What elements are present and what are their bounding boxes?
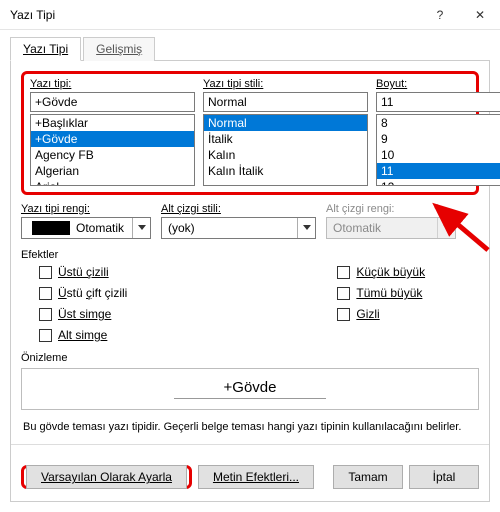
subscript-checkbox[interactable]: Alt simge [39, 328, 127, 342]
font-size-label: Boyut: [376, 78, 500, 90]
highlight-default-button: Varsayılan Olarak Ayarla [21, 465, 192, 489]
chevron-down-icon [132, 218, 150, 238]
tab-advanced[interactable]: Gelişmiş [83, 37, 155, 61]
footer: Varsayılan Olarak Ayarla Metin Efektleri… [21, 465, 479, 489]
preview-box: +Gövde [21, 368, 479, 410]
list-item[interactable]: 10 [377, 147, 500, 163]
double-strike-checkbox[interactable]: Üstü çift çizili [39, 286, 127, 300]
list-item[interactable]: 11 [377, 163, 500, 179]
separator [11, 444, 489, 445]
tab-font[interactable]: Yazı Tipi [10, 37, 81, 61]
highlight-font-area: Yazı tipi: +Başlıklar +Gövde Agency FB A… [21, 71, 479, 195]
font-listbox[interactable]: +Başlıklar +Gövde Agency FB Algerian Ari… [30, 114, 195, 186]
help-button[interactable]: ? [420, 0, 460, 30]
list-item[interactable]: +Başlıklar [31, 115, 194, 131]
font-input[interactable] [30, 92, 195, 112]
font-color-combo[interactable]: Otomatik [21, 217, 151, 239]
list-item[interactable]: +Gövde [31, 131, 194, 147]
strike-checkbox[interactable]: Üstü çizili [39, 265, 127, 279]
allcaps-checkbox[interactable]: Tümü büyük [337, 286, 425, 300]
font-color-label: Yazı tipi rengi: [21, 203, 151, 215]
underline-color-label: Alt çizgi rengi: [326, 203, 456, 215]
list-item[interactable]: Kalın İtalik [204, 163, 367, 179]
effects-label: Efektler [21, 249, 479, 261]
dialog-body: Yazı Tipi Gelişmiş Yazı tipi: +Başlıklar… [0, 30, 500, 512]
list-item[interactable]: 9 [377, 131, 500, 147]
help-icon: ? [437, 8, 444, 22]
chevron-down-icon [297, 218, 315, 238]
font-color-swatch [32, 221, 70, 235]
hidden-checkbox[interactable]: Gizli [337, 307, 425, 321]
list-item[interactable]: Normal [204, 115, 367, 131]
list-item[interactable]: 8 [377, 115, 500, 131]
font-size-listbox[interactable]: 8 9 10 11 12 [376, 114, 500, 186]
tab-panel-font: Yazı tipi: +Başlıklar +Gövde Agency FB A… [10, 61, 490, 502]
superscript-checkbox[interactable]: Üst simge [39, 307, 127, 321]
list-item[interactable]: Kalın [204, 147, 367, 163]
font-style-label: Yazı tipi stili: [203, 78, 368, 90]
smallcaps-checkbox[interactable]: Küçük büyük [337, 265, 425, 279]
close-button[interactable]: ✕ [460, 0, 500, 30]
underline-style-label: Alt çizgi stili: [161, 203, 316, 215]
close-icon: ✕ [475, 8, 485, 22]
underline-color-combo: Otomatik [326, 217, 456, 239]
ok-button[interactable]: Tamam [333, 465, 403, 489]
font-label: Yazı tipi: [30, 78, 195, 90]
preview-text: +Gövde [174, 379, 327, 399]
text-effects-button[interactable]: Metin Efektleri... [198, 465, 314, 489]
titlebar: Yazı Tipi ? ✕ [0, 0, 500, 30]
list-item[interactable]: Agency FB [31, 147, 194, 163]
font-style-listbox[interactable]: Normal İtalik Kalın Kalın İtalik [203, 114, 368, 186]
cancel-button[interactable]: İptal [409, 465, 479, 489]
list-item[interactable]: Algerian [31, 163, 194, 179]
set-default-button[interactable]: Varsayılan Olarak Ayarla [26, 465, 187, 489]
tab-strip: Yazı Tipi Gelişmiş [10, 36, 490, 61]
font-style-input[interactable] [203, 92, 368, 112]
preview-description: Bu gövde teması yazı tipidir. Geçerli be… [23, 420, 477, 434]
underline-style-combo[interactable]: (yok) [161, 217, 316, 239]
font-size-input[interactable] [376, 92, 500, 112]
list-item[interactable]: Arial [31, 179, 194, 186]
window-title: Yazı Tipi [10, 8, 420, 22]
list-item[interactable]: 12 [377, 179, 500, 186]
preview-label: Önizleme [21, 352, 479, 364]
effects-group: Üstü çizili Üstü çift çizili Üst simge A… [21, 265, 479, 342]
list-item[interactable]: İtalik [204, 131, 367, 147]
chevron-down-icon [437, 218, 455, 238]
